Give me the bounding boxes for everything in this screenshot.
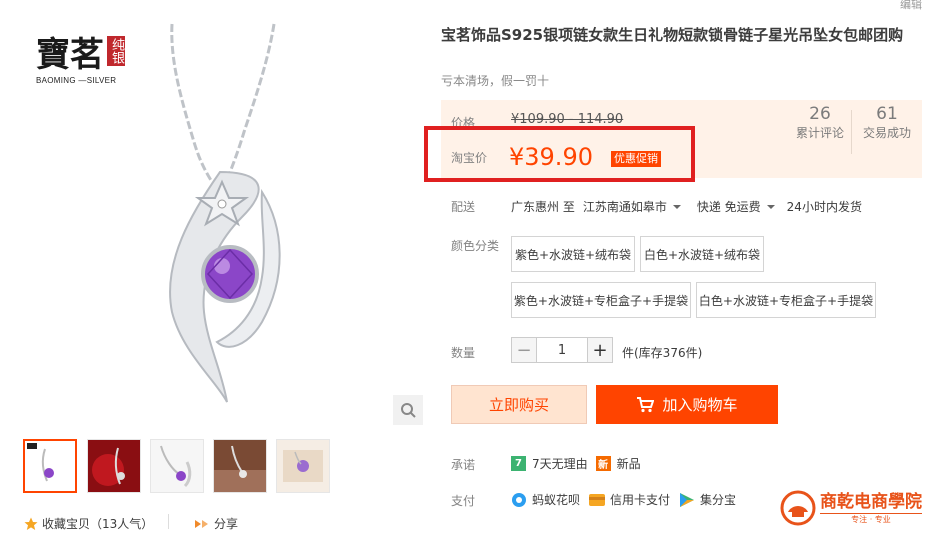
product-subtitle: 亏本清场，假一罚十	[441, 74, 550, 88]
watermark-slogan: 专注 · 专业	[820, 512, 922, 525]
quantity-decrease-button[interactable]: −	[511, 337, 537, 363]
promise-label: 承诺	[451, 458, 476, 472]
share-label: 分享	[214, 517, 239, 531]
new-product-text: 新品	[616, 457, 641, 471]
brand-logo-en: BAOMING —SILVER	[36, 76, 117, 85]
shipping-method-label: 快递 免运费	[696, 200, 761, 214]
reviews-label: 累计评论	[795, 126, 844, 140]
huabei-icon	[512, 492, 526, 507]
jifenbao-text: 集分宝	[700, 493, 737, 507]
quantity-stepper: − 1 +	[511, 337, 613, 363]
brand-logo: 寶茗 纯银 BAOMING —SILVER	[36, 36, 125, 85]
footer-divider	[168, 514, 169, 529]
shipping-row: 广东惠州 至 江苏南通如皋市 快递 免运费 24小时内发货	[511, 198, 862, 215]
watermark-name: 商乾电商學院	[820, 491, 922, 512]
sku-option[interactable]: 白色+水波链+绒布袋	[640, 236, 764, 272]
huabei-text: 蚂蚁花呗	[532, 493, 581, 507]
new-badge-icon: 新	[595, 456, 611, 471]
product-title: 宝茗饰品S925银项链女款生日礼物短款锁骨链子星光吊坠女包邮团购	[441, 26, 904, 44]
zoom-button[interactable]	[393, 395, 423, 425]
sku-label: 颜色分类	[451, 239, 500, 253]
sales-stat: 61 交易成功	[856, 104, 918, 141]
watermark-emblem-icon	[780, 490, 816, 526]
thumbnail-2[interactable]	[87, 439, 141, 493]
stock-text: 件(库存376件)	[622, 346, 703, 360]
sku-option[interactable]: 紫色+水波链+专柜盒子+手提袋	[511, 282, 691, 318]
share-icon	[195, 519, 208, 528]
buy-now-button[interactable]: 立即购买	[451, 385, 587, 424]
sku-option[interactable]: 紫色+水波链+绒布袋	[511, 236, 635, 272]
edit-link[interactable]: 编辑	[900, 0, 922, 12]
chevron-down-icon	[672, 204, 681, 209]
reviews-count: 26	[809, 104, 831, 124]
magnifier-icon	[401, 403, 416, 418]
reviews-stat[interactable]: 26 累计评论	[789, 104, 851, 141]
original-price: ¥109.90 - 114.90	[511, 112, 624, 127]
star-icon	[24, 517, 38, 530]
chevron-down-icon	[766, 204, 775, 209]
price-highlight-box	[424, 126, 695, 182]
thumbnail-3[interactable]	[150, 439, 204, 493]
cart-icon	[637, 396, 655, 412]
add-to-cart-label: 加入购物车	[662, 396, 738, 414]
thumbnail-4[interactable]	[213, 439, 267, 493]
brand-logo-seal: 纯银	[107, 36, 125, 66]
seven-day-icon: 7	[511, 456, 526, 471]
shipping-method[interactable]: 快递 免运费	[697, 198, 775, 215]
favorite-label: 收藏宝贝（13人气）	[42, 517, 154, 531]
sales-label: 交易成功	[862, 126, 911, 140]
shipping-destination[interactable]: 江苏南通如皋市	[583, 198, 681, 215]
credit-card-text: 信用卡支付	[610, 493, 671, 507]
credit-card-icon	[589, 493, 606, 506]
sales-count: 61	[876, 104, 898, 124]
add-to-cart-button[interactable]: 加入购物车	[596, 385, 778, 424]
jifenbao-icon	[680, 492, 695, 507]
watermark-logo: 商乾电商學院 专注 · 专业	[780, 490, 922, 526]
stats-divider	[851, 110, 852, 154]
favorite-button[interactable]: 收藏宝贝（13人气）	[24, 515, 153, 532]
share-button[interactable]: 分享	[194, 515, 238, 532]
thumbnail-5[interactable]	[276, 439, 330, 493]
brand-logo-main: 寶茗	[36, 35, 104, 75]
quantity-label: 数量	[451, 346, 476, 360]
payment-label: 支付	[451, 494, 476, 508]
quantity-increase-button[interactable]: +	[587, 337, 613, 363]
seven-day-text[interactable]: 7天无理由	[532, 455, 588, 472]
payment-row: 蚂蚁花呗 信用卡支付 集分宝	[511, 491, 736, 508]
shipping-dispatch: 24小时内发货	[786, 200, 862, 214]
sku-option[interactable]: 白色+水波链+专柜盒子+手提袋	[696, 282, 876, 318]
shipping-destination-label: 江苏南通如皋市	[582, 200, 667, 214]
quantity-input[interactable]: 1	[537, 337, 587, 363]
shipping-from: 广东惠州 至	[511, 200, 575, 214]
thumbnail-1[interactable]	[23, 439, 77, 493]
shipping-label: 配送	[451, 200, 476, 214]
promise-row: 7 7天无理由 新 新品	[511, 455, 641, 472]
